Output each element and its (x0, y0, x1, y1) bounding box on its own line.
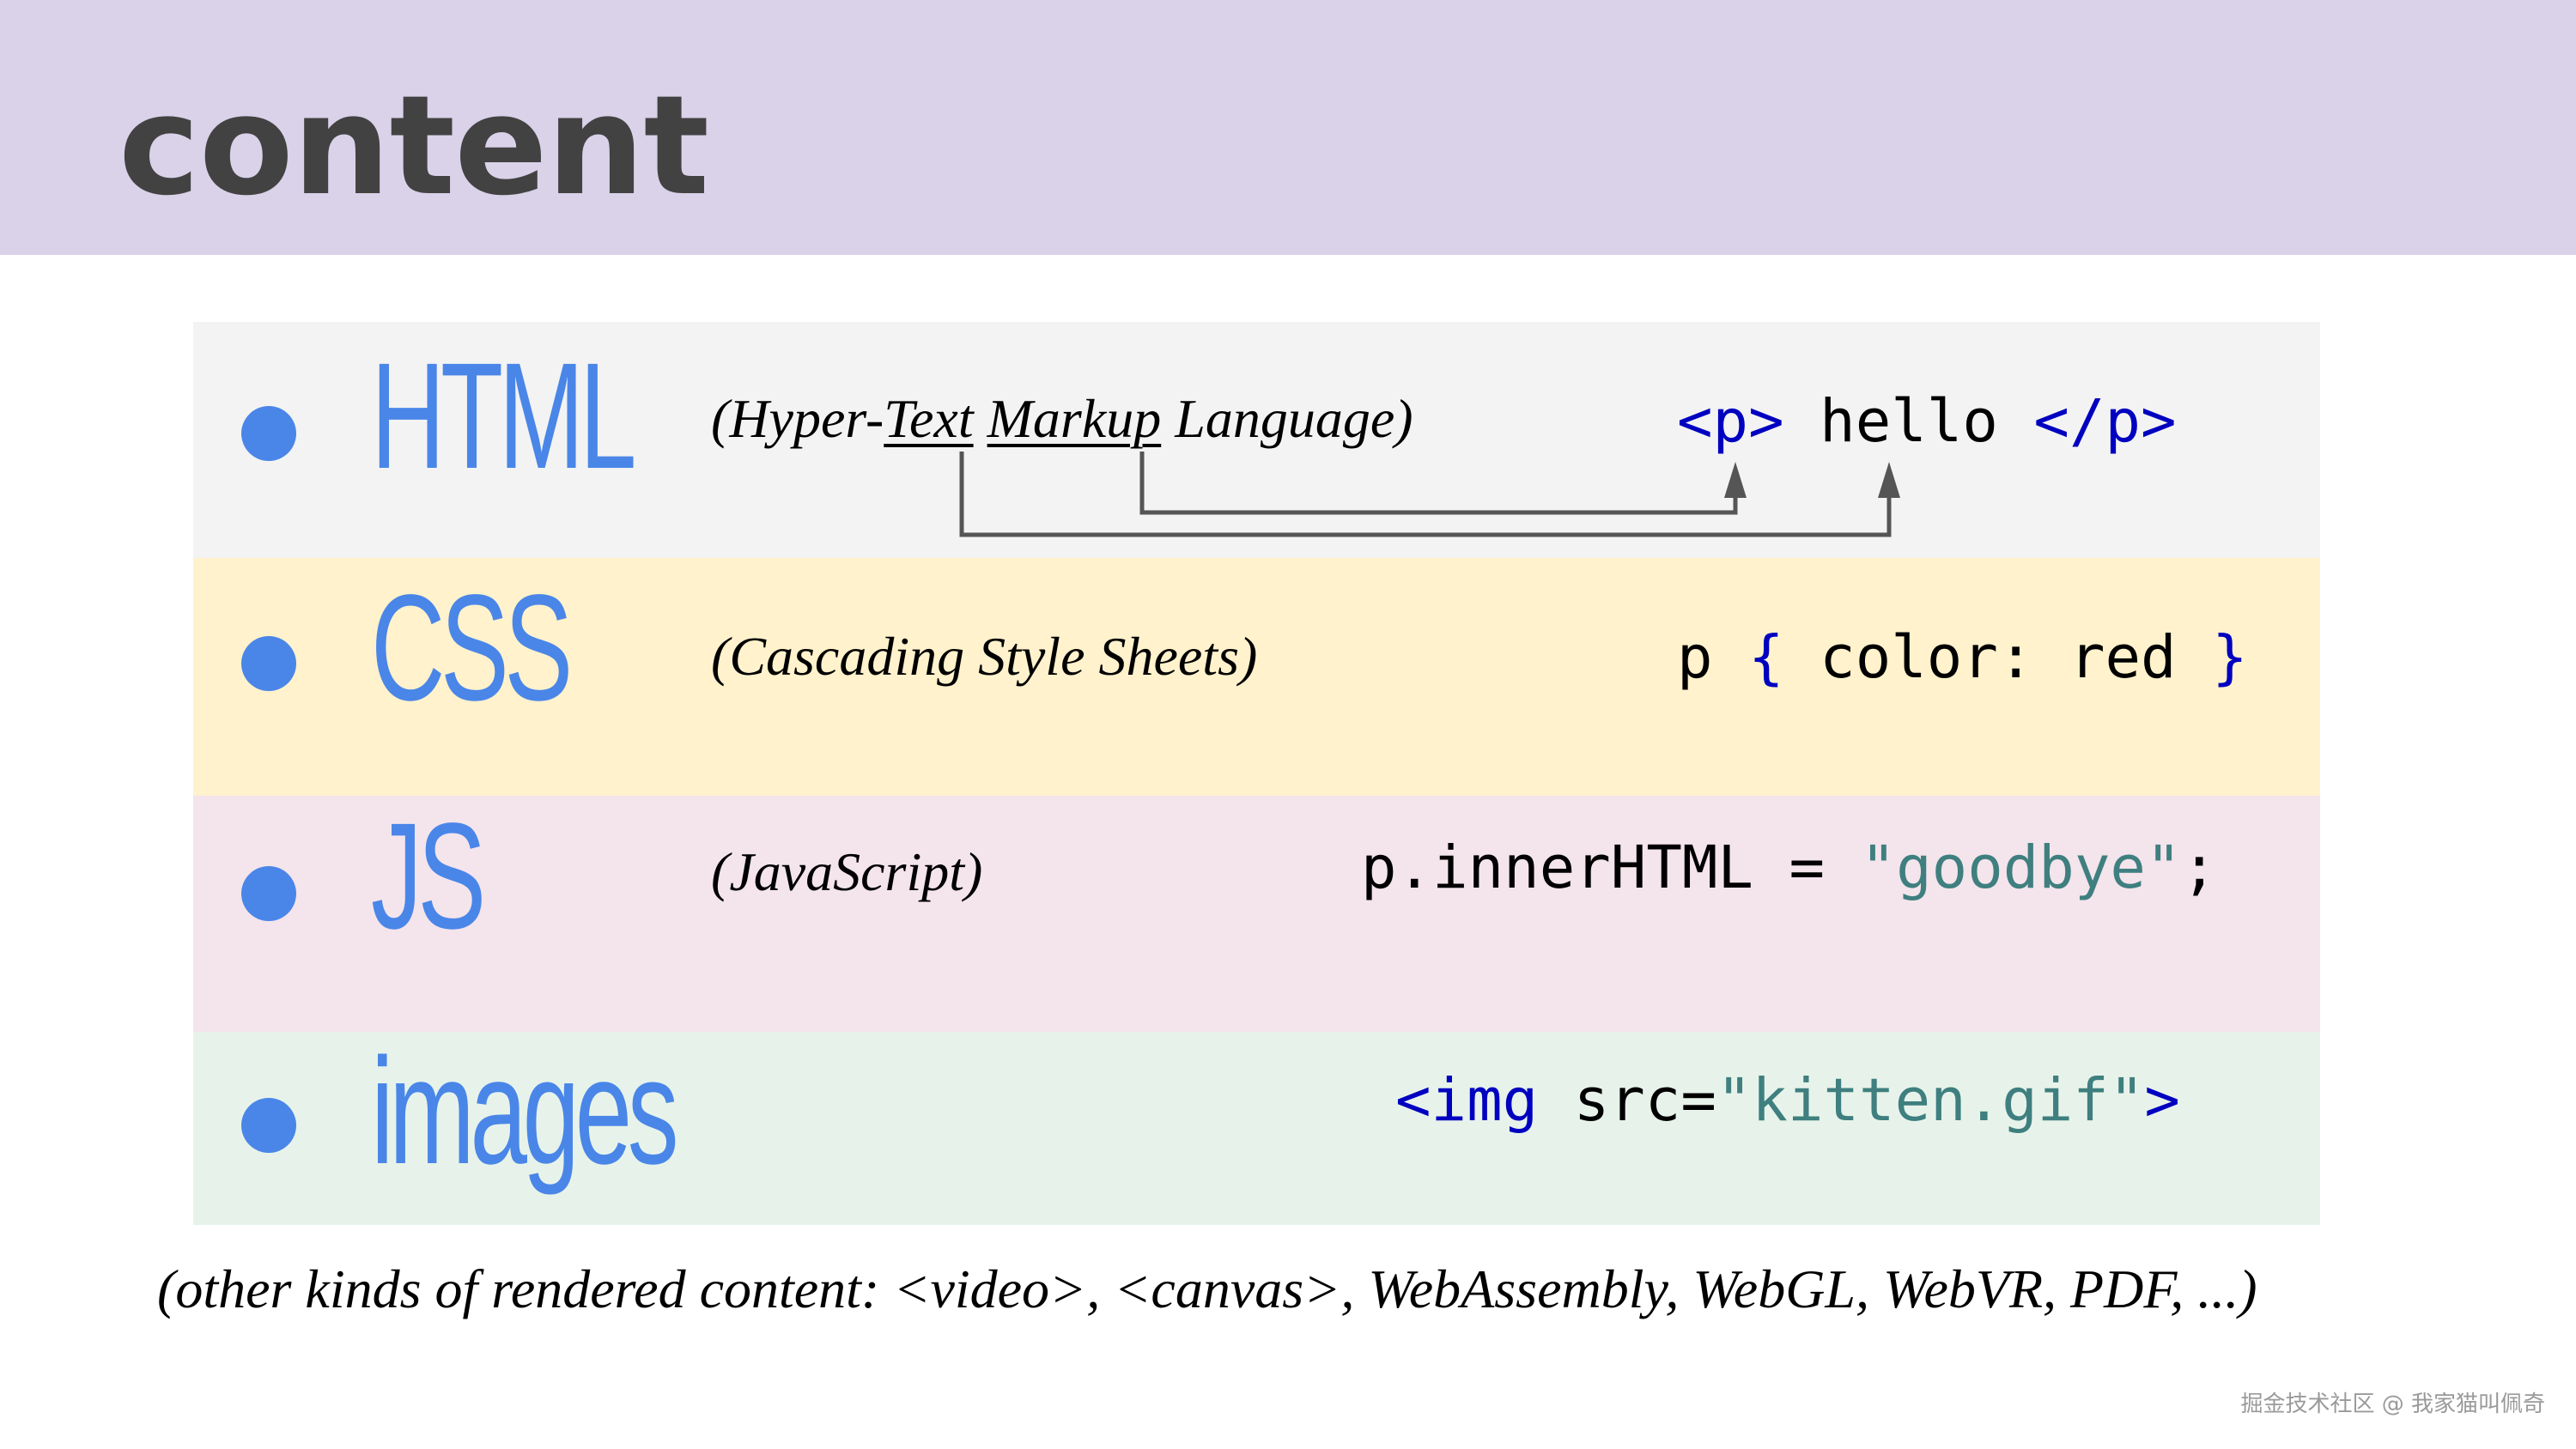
code-attr: src= (1538, 1066, 1716, 1135)
bullet-icon (241, 866, 296, 921)
code-end: ; (2181, 834, 2218, 902)
code-text: hello (1783, 387, 2034, 456)
bullet-icon (241, 406, 296, 461)
description-text: Language) (1161, 388, 1413, 449)
description-underlined-markup: Markup (987, 388, 1162, 449)
tech-label-html: HTML (371, 332, 636, 500)
header-bar: content (0, 0, 2576, 255)
tech-label-images: images (371, 1028, 679, 1196)
watermark: 掘金技术社区 @ 我家猫叫佩奇 (2240, 1391, 2545, 1417)
code-open-brace: { (1748, 623, 1784, 692)
code-lhs: p.innerHTML = (1361, 834, 1861, 902)
code-close-brace: } (2212, 623, 2248, 692)
page-title: content (118, 65, 709, 226)
footnote: (other kinds of rendered content: <video… (157, 1258, 2257, 1319)
code-example-css: p { color: red } (1677, 619, 2248, 696)
description-text: (Hyper- (711, 388, 884, 449)
code-example-images: <img src="kitten.gif"> (1395, 1062, 2180, 1139)
tech-label-css: CSS (371, 564, 573, 732)
tech-description-js: (JavaScript) (711, 841, 983, 902)
code-string: "goodbye" (1860, 834, 2182, 902)
code-close-tag: </p> (2033, 387, 2177, 456)
tech-description-css: (Cascading Style Sheets) (711, 626, 1258, 687)
tech-label-js: JS (371, 792, 486, 961)
code-declaration: color: red (1783, 623, 2213, 692)
description-text (974, 388, 987, 449)
code-selector: p (1677, 623, 1749, 692)
code-example-html: <p> hello </p> (1677, 383, 2177, 460)
code-open-tag: <p> (1677, 387, 1784, 456)
bullet-icon (241, 636, 296, 691)
description-underlined-text: Text (884, 388, 974, 449)
code-tag-close: > (2144, 1066, 2180, 1135)
bullet-icon (241, 1098, 296, 1153)
code-tag-open: <img (1395, 1066, 1539, 1135)
code-example-js: p.innerHTML = "goodbye"; (1361, 829, 2217, 906)
tech-description-html: (Hyper-Text Markup Language) (711, 385, 1413, 453)
code-value: "kitten.gif" (1716, 1066, 2145, 1135)
